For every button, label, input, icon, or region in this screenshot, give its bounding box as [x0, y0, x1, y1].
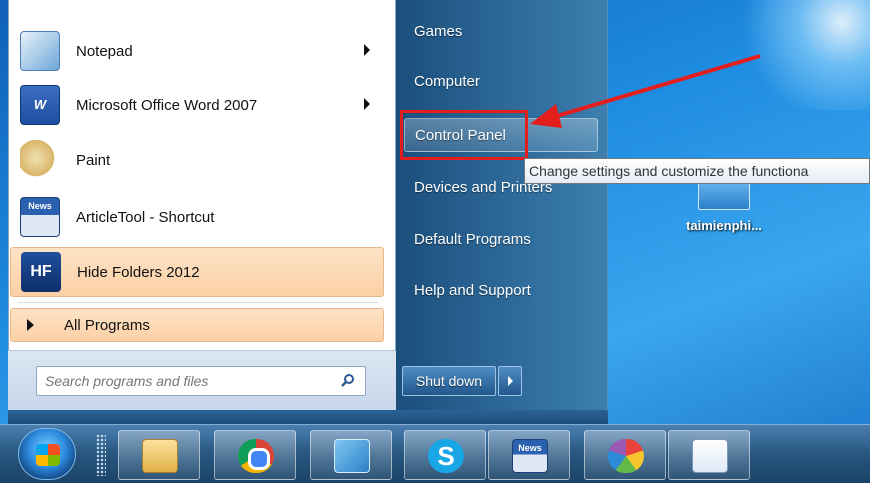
program-word[interactable]: W Microsoft Office Word 2007	[10, 80, 384, 130]
menu-item-default-programs[interactable]: Default Programs	[404, 222, 598, 256]
search-icon[interactable]	[341, 373, 355, 387]
expand-arrow-icon	[27, 319, 34, 331]
taskbar-button-document[interactable]	[668, 430, 750, 480]
program-label: Hide Folders 2012	[77, 263, 200, 281]
all-programs-button[interactable]: All Programs	[10, 308, 384, 342]
annotation-highlight-box	[400, 110, 528, 160]
program-notepad[interactable]: Notepad	[10, 26, 384, 76]
submenu-arrow-icon[interactable]	[364, 98, 370, 110]
wallpaper-glow	[730, 0, 870, 110]
paint-icon	[20, 140, 60, 180]
program-articletool[interactable]: News ArticleTool - Shortcut	[10, 192, 384, 242]
program-paint[interactable]: Paint	[10, 135, 384, 185]
search-box[interactable]	[36, 366, 366, 396]
notepad-icon	[20, 31, 60, 71]
start-button[interactable]	[18, 428, 76, 480]
hide-folders-icon: HF	[21, 252, 61, 292]
skype-icon: S	[428, 439, 464, 473]
word-icon: W	[20, 85, 60, 125]
menu-item-games[interactable]: Games	[404, 14, 598, 48]
menu-divider	[18, 302, 378, 303]
shutdown-options-button[interactable]	[498, 366, 522, 396]
windows-logo-icon	[36, 444, 60, 466]
search-input[interactable]	[45, 368, 335, 394]
start-menu: Notepad W Microsoft Office Word 2007 Pai…	[0, 0, 610, 424]
submenu-arrow-icon[interactable]	[364, 44, 370, 56]
all-programs-label: All Programs	[64, 316, 150, 334]
chevron-right-icon	[507, 376, 513, 386]
shutdown-button[interactable]: Shut down	[402, 366, 496, 396]
chrome-icon	[238, 439, 274, 473]
news-icon: News	[512, 439, 548, 473]
taskbar-button-explorer[interactable]	[118, 430, 200, 480]
taskbar-button-chrome[interactable]	[214, 430, 296, 480]
taskbar-button-articletool[interactable]: News	[488, 430, 570, 480]
desktop-shortcut[interactable]: taimienphi...	[672, 172, 776, 252]
taskbar-button-skype[interactable]: S	[404, 430, 486, 480]
program-label: Microsoft Office Word 2007	[76, 96, 258, 114]
document-icon	[692, 439, 728, 473]
windows-explorer-icon	[142, 439, 178, 473]
control-panel-tooltip: Change settings and customize the functi…	[524, 158, 870, 184]
shutdown-group: Shut down	[402, 366, 522, 400]
news-icon: News	[20, 197, 60, 237]
start-menu-places-pane	[396, 0, 608, 410]
program-hide-folders[interactable]: HF Hide Folders 2012	[10, 247, 384, 297]
program-label: ArticleTool - Shortcut	[76, 208, 215, 226]
menu-item-computer[interactable]: Computer	[404, 64, 598, 98]
taskbar-grip[interactable]	[96, 434, 106, 476]
taskbar-button-photos[interactable]	[310, 430, 392, 480]
menu-item-help-support[interactable]: Help and Support	[404, 273, 598, 307]
desktop-shortcut-label: taimienphi...	[686, 218, 762, 233]
search-area	[8, 350, 396, 410]
photo-viewer-icon	[334, 439, 370, 473]
program-label: Paint	[76, 151, 111, 169]
program-label: Notepad	[76, 42, 133, 60]
start-menu-bottom-edge	[8, 410, 608, 424]
taskbar-button-colors[interactable]	[584, 430, 666, 480]
colors-icon	[608, 439, 644, 473]
